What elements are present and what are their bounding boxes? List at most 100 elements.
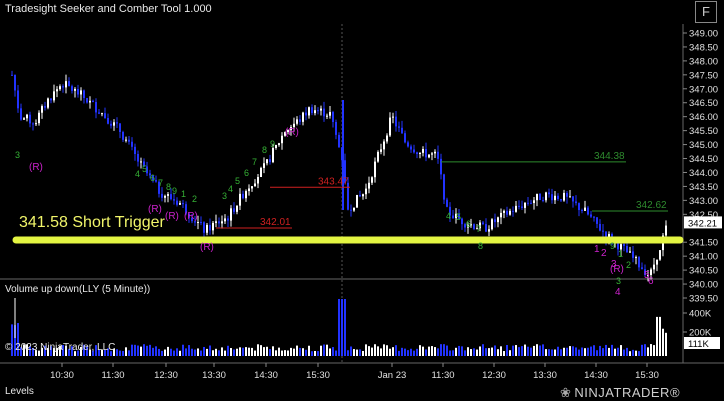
volume-bar <box>611 344 613 356</box>
volume-bar <box>560 349 562 356</box>
volume-bar <box>326 344 328 356</box>
volume-bar <box>122 350 124 356</box>
volume-bar <box>527 346 529 356</box>
candle-body <box>242 193 244 199</box>
price-tick-label: 339.50 <box>689 294 718 305</box>
candle-body <box>257 177 259 184</box>
candle-body <box>356 195 358 208</box>
candle-body <box>473 224 475 229</box>
volume-bar <box>623 349 625 356</box>
candle-body <box>431 153 433 155</box>
setup-count: 9 <box>610 241 615 251</box>
candle-body <box>500 212 502 218</box>
volume-bar <box>353 349 355 356</box>
volume-bar <box>503 351 505 356</box>
setup-count: 9 <box>270 139 275 149</box>
copyright-text: © 2023 NinjaTrader, LLC <box>5 342 116 353</box>
price-badge-label: 342.21 <box>688 218 717 229</box>
setup-count: 7 <box>252 157 257 167</box>
fullscreen-button[interactable]: F <box>695 1 717 23</box>
candle-body <box>566 192 568 197</box>
setup-count: 7 <box>476 224 481 234</box>
volume-bar <box>665 332 667 356</box>
volume-bar <box>125 347 127 356</box>
volume-bar <box>251 347 253 356</box>
candle-body <box>419 152 421 155</box>
volume-bar <box>374 344 376 356</box>
volume-bar <box>473 348 475 356</box>
volume-bar <box>302 348 304 356</box>
time-tick-label: 11:30 <box>431 370 454 381</box>
setup-count: 6 <box>466 219 471 229</box>
volume-bar <box>182 344 184 356</box>
candle-body <box>392 116 394 118</box>
candle-body <box>389 117 391 136</box>
volume-bar <box>590 346 592 356</box>
volume-bar <box>578 349 580 356</box>
volume-bar <box>488 348 490 356</box>
time-tick-label: 15:30 <box>635 370 659 381</box>
candle-body <box>551 194 553 201</box>
candle-body <box>35 123 37 125</box>
candle-body <box>275 144 277 149</box>
volume-bar <box>272 346 274 356</box>
volume-bar <box>596 350 598 356</box>
volume-bar <box>287 350 289 356</box>
candle-body <box>485 224 487 232</box>
candle-body <box>560 199 562 201</box>
volume-bar <box>485 348 487 356</box>
candle-body <box>176 200 178 205</box>
price-chart[interactable]: 344.38343.47342.62342.01 34 56 7 8 9 1 2 345678… <box>0 0 724 401</box>
candle-body <box>578 203 580 211</box>
volume-bar <box>239 347 241 356</box>
volume-bar <box>410 348 412 356</box>
setup-count: 8 <box>478 241 483 251</box>
candle-body <box>308 107 310 116</box>
volume-bar <box>548 349 550 356</box>
candle-body <box>239 193 241 206</box>
candle-body <box>41 106 43 113</box>
candle-body <box>32 123 34 125</box>
candle-body <box>71 86 73 91</box>
volume-bar <box>545 349 547 356</box>
candle-body <box>635 257 637 259</box>
volume-bar <box>137 345 139 356</box>
volume-bar <box>617 347 619 356</box>
recycle-marker: (R) <box>165 211 179 222</box>
price-tick-label: 345.50 <box>689 126 718 137</box>
volume-bar <box>650 344 652 356</box>
volume-bar <box>269 349 271 356</box>
volume-bar <box>128 350 130 356</box>
volume-bar <box>425 349 427 356</box>
candle-body <box>497 217 499 223</box>
volume-bar <box>281 350 283 356</box>
candle-body <box>407 142 409 147</box>
candle-body <box>83 90 85 99</box>
volume-bar <box>581 347 583 356</box>
volume-bar <box>659 316 661 356</box>
candle-body <box>641 267 643 270</box>
volume-bar <box>149 344 151 356</box>
volume-bar <box>311 351 313 356</box>
candle-body <box>434 151 436 154</box>
volume-bar <box>524 344 526 356</box>
volume-bar <box>242 347 244 356</box>
volume-bar <box>629 351 631 356</box>
volume-bar <box>464 350 466 356</box>
candle-body <box>416 152 418 155</box>
volume-bar <box>215 348 217 356</box>
chart-grid <box>0 24 724 364</box>
time-tick-label: 12:30 <box>482 370 506 381</box>
candle-body <box>161 193 163 198</box>
price-level-label: 344.38 <box>594 151 625 162</box>
volume-bar <box>449 350 451 356</box>
price-tick-label: 347.00 <box>689 84 718 95</box>
candle-body <box>377 151 379 162</box>
candle-body <box>38 112 40 124</box>
price-level-label: 342.01 <box>260 217 291 228</box>
volume-bar <box>437 348 439 356</box>
time-tick-label: 13:30 <box>533 370 557 381</box>
volume-bar <box>350 346 352 356</box>
candle-body <box>512 210 514 212</box>
volume-bar <box>203 346 205 356</box>
